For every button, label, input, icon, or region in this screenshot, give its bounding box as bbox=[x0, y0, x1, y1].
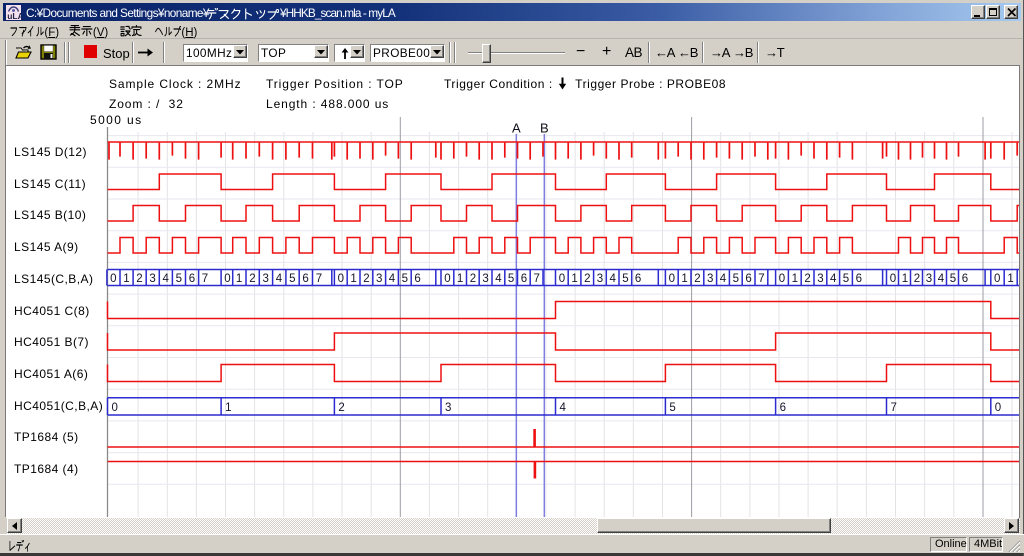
svg-text:4: 4 bbox=[830, 273, 837, 285]
svg-text:3: 3 bbox=[482, 273, 488, 285]
svg-text:7: 7 bbox=[534, 273, 540, 285]
svg-text:7: 7 bbox=[202, 273, 208, 285]
svg-text:4: 4 bbox=[389, 273, 396, 285]
svg-text:5: 5 bbox=[402, 273, 408, 285]
svg-text:4: 4 bbox=[560, 402, 567, 414]
svg-text:0: 0 bbox=[444, 273, 450, 285]
svg-text:0: 0 bbox=[110, 273, 116, 285]
svg-text:4: 4 bbox=[495, 273, 502, 285]
svg-text:4: 4 bbox=[720, 273, 727, 285]
svg-text:0: 0 bbox=[559, 273, 565, 285]
svg-text:2: 2 bbox=[584, 273, 590, 285]
svg-text:6: 6 bbox=[635, 273, 641, 285]
svg-text:1: 1 bbox=[225, 402, 231, 414]
svg-text:6: 6 bbox=[414, 273, 420, 285]
svg-text:5: 5 bbox=[508, 273, 514, 285]
svg-text:0: 0 bbox=[779, 273, 785, 285]
svg-text:3: 3 bbox=[263, 273, 269, 285]
svg-text:2: 2 bbox=[338, 402, 344, 414]
svg-text:5: 5 bbox=[622, 273, 628, 285]
svg-text:0: 0 bbox=[890, 273, 896, 285]
svg-text:1: 1 bbox=[123, 273, 129, 285]
svg-text:3: 3 bbox=[149, 273, 155, 285]
svg-text:7: 7 bbox=[316, 273, 322, 285]
svg-text:1: 1 bbox=[792, 273, 798, 285]
svg-text:A: A bbox=[512, 121, 521, 136]
svg-text:6: 6 bbox=[521, 273, 527, 285]
svg-text:5: 5 bbox=[843, 273, 849, 285]
svg-text:3: 3 bbox=[597, 273, 603, 285]
svg-text:6: 6 bbox=[745, 273, 751, 285]
svg-text:0: 0 bbox=[112, 402, 118, 414]
svg-text:4: 4 bbox=[276, 273, 283, 285]
svg-text:6: 6 bbox=[856, 273, 862, 285]
svg-text:3: 3 bbox=[817, 273, 823, 285]
svg-text:7: 7 bbox=[891, 402, 897, 414]
svg-text:5: 5 bbox=[176, 273, 182, 285]
svg-text:0: 0 bbox=[224, 273, 230, 285]
svg-text:6: 6 bbox=[780, 402, 786, 414]
svg-text:0: 0 bbox=[669, 273, 675, 285]
svg-text:2: 2 bbox=[804, 273, 810, 285]
svg-text:0: 0 bbox=[338, 273, 344, 285]
svg-text:5: 5 bbox=[669, 402, 675, 414]
svg-text:7: 7 bbox=[758, 273, 764, 285]
svg-text:3: 3 bbox=[376, 273, 382, 285]
svg-text:2: 2 bbox=[914, 273, 920, 285]
svg-text:B: B bbox=[540, 121, 549, 136]
svg-text:1: 1 bbox=[236, 273, 242, 285]
svg-text:0: 0 bbox=[995, 402, 1001, 414]
svg-text:2: 2 bbox=[470, 273, 476, 285]
svg-text:6: 6 bbox=[189, 273, 195, 285]
svg-text:2: 2 bbox=[363, 273, 369, 285]
svg-text:4: 4 bbox=[938, 273, 945, 285]
svg-text:1: 1 bbox=[457, 273, 463, 285]
svg-text:6: 6 bbox=[302, 273, 308, 285]
svg-text:6: 6 bbox=[962, 273, 968, 285]
svg-text:1: 1 bbox=[681, 273, 687, 285]
svg-text:2: 2 bbox=[249, 273, 255, 285]
svg-text:3: 3 bbox=[926, 273, 932, 285]
svg-text:5: 5 bbox=[289, 273, 295, 285]
svg-text:0: 0 bbox=[994, 273, 1000, 285]
svg-text:3: 3 bbox=[707, 273, 713, 285]
svg-text:1: 1 bbox=[350, 273, 356, 285]
svg-text:5: 5 bbox=[950, 273, 956, 285]
svg-text:4: 4 bbox=[163, 273, 170, 285]
svg-text:2: 2 bbox=[136, 273, 142, 285]
svg-text:4: 4 bbox=[610, 273, 617, 285]
svg-text:1: 1 bbox=[902, 273, 908, 285]
svg-text:2: 2 bbox=[694, 273, 700, 285]
svg-text:5: 5 bbox=[733, 273, 739, 285]
svg-text:3: 3 bbox=[445, 402, 451, 414]
svg-text:1: 1 bbox=[571, 273, 577, 285]
svg-text:1: 1 bbox=[1007, 273, 1013, 285]
